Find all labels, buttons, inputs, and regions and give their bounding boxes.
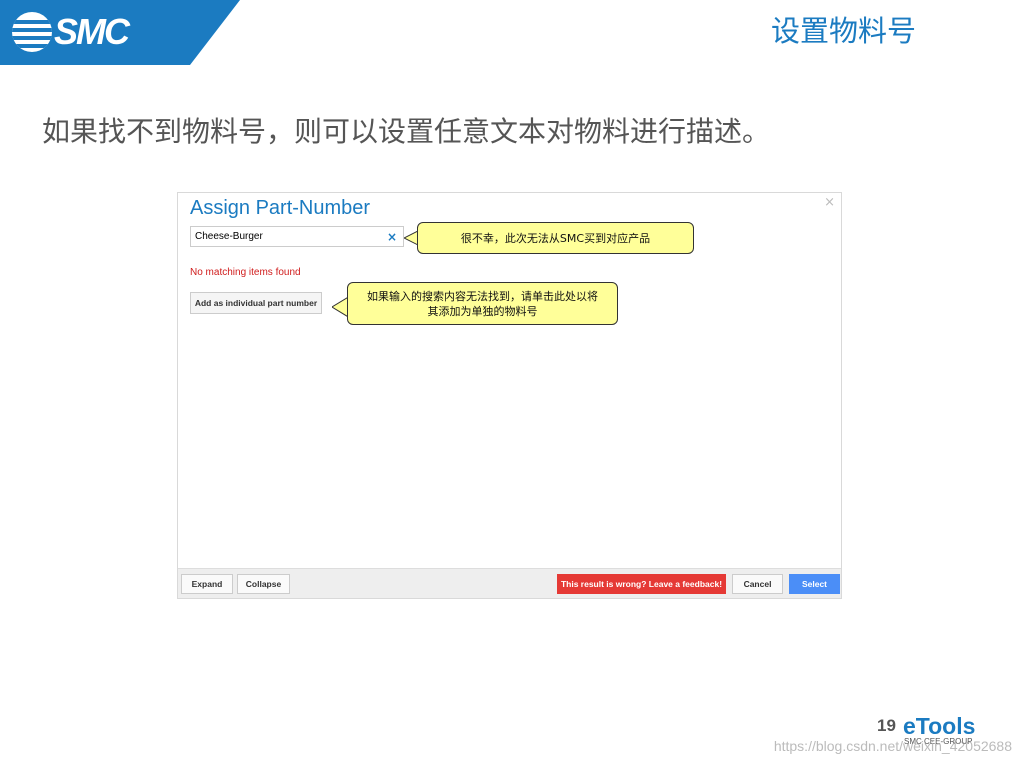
cancel-button[interactable]: Cancel — [732, 574, 783, 594]
globe-icon — [12, 12, 52, 52]
watermark: https://blog.csdn.net/weixin_42052688 — [773, 738, 1012, 754]
close-icon[interactable]: × — [824, 195, 835, 210]
search-callout: 很不幸，此次无法从SMC买到对应产品 — [417, 222, 694, 254]
dialog-title: Assign Part-Number — [190, 197, 371, 219]
collapse-button[interactable]: Collapse — [237, 574, 290, 594]
dialog-footer: Expand Collapse This result is wrong? Le… — [178, 568, 841, 598]
no-match-message: No matching items found — [190, 267, 301, 278]
add-callout: 如果输入的搜索内容无法找到，请单击此处以将 其添加为单独的物料号 — [347, 282, 618, 325]
add-callout-line1: 如果输入的搜索内容无法找到，请单击此处以将 — [367, 289, 598, 303]
expand-button[interactable]: Expand — [181, 574, 233, 594]
slide-title: 设置物料号 — [770, 14, 916, 48]
clear-icon[interactable]: × — [387, 230, 397, 244]
page-number: 19 — [877, 716, 896, 735]
search-input[interactable] — [191, 231, 385, 242]
search-callout-text: 很不幸，此次无法从SMC买到对应产品 — [460, 231, 651, 245]
smc-logo: SMC — [12, 10, 130, 54]
slide-subtitle: 如果找不到物料号，则可以设置任意文本对物料进行描述。 — [42, 115, 771, 148]
add-callout-line2: 其添加为单独的物料号 — [427, 304, 538, 318]
feedback-button[interactable]: This result is wrong? Leave a feedback! — [557, 574, 726, 594]
search-box: × — [190, 226, 404, 247]
select-button[interactable]: Select — [789, 574, 840, 594]
logo-text: SMC — [54, 11, 130, 52]
add-individual-part-button[interactable]: Add as individual part number — [190, 292, 322, 314]
etools-logo: eTools — [903, 713, 976, 739]
